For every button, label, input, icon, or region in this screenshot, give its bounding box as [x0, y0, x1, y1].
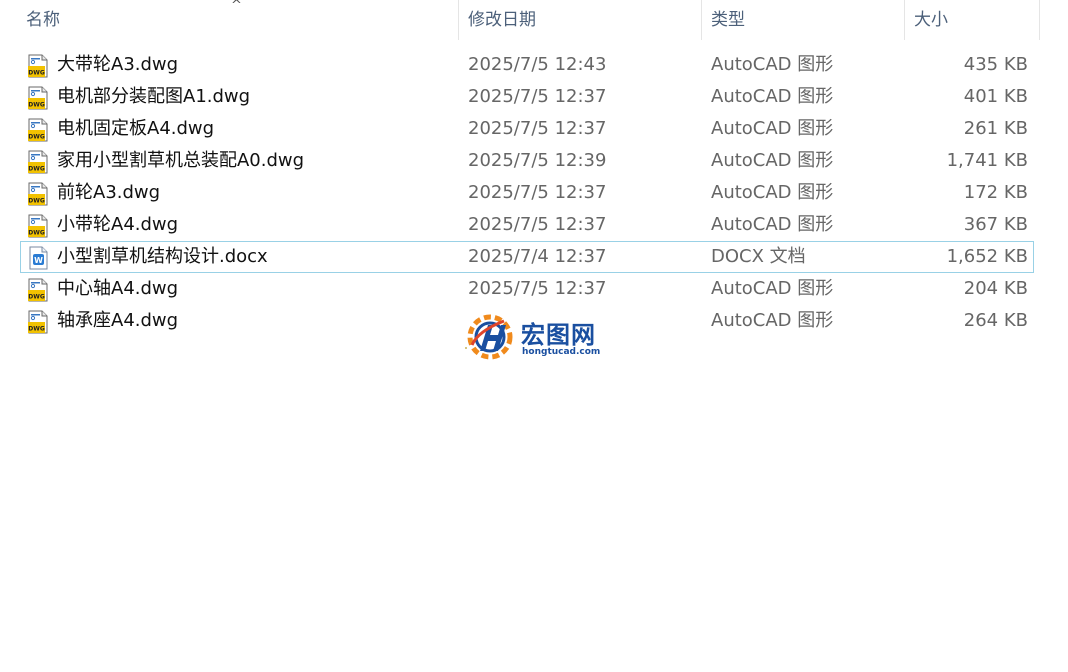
column-divider[interactable] — [904, 0, 905, 40]
dwg-file-icon: DWG — [28, 310, 48, 334]
dwg-file-icon: DWG — [28, 150, 48, 174]
file-size: 261 KB — [963, 118, 1028, 139]
svg-text:DWG: DWG — [28, 102, 45, 109]
column-header-name[interactable]: 名称 — [26, 0, 60, 40]
dwg-file-icon: DWG — [28, 118, 48, 142]
file-type: AutoCAD 图形 — [711, 182, 834, 203]
svg-text:DWG: DWG — [28, 294, 45, 301]
file-size: 204 KB — [963, 278, 1028, 299]
file-row[interactable]: DWG 家用小型割草机总装配A0.dwg 2025/7/5 12:39 AutoCA… — [20, 145, 1034, 177]
svg-text:DWG: DWG — [28, 198, 45, 205]
column-header-date[interactable]: 修改日期 — [468, 0, 536, 40]
svg-text:DWG: DWG — [28, 70, 45, 77]
svg-text:DWG: DWG — [28, 230, 45, 237]
file-size: 172 KB — [963, 182, 1028, 203]
column-divider[interactable] — [458, 0, 459, 40]
file-modified-date: 2025/7/5 12:37 — [468, 214, 607, 235]
file-type: AutoCAD 图形 — [711, 54, 834, 75]
svg-text:W: W — [34, 256, 43, 265]
gear-h-logo-icon — [465, 314, 513, 360]
file-name[interactable]: 电机部分装配图A1.dwg — [57, 82, 250, 112]
file-size: 435 KB — [963, 54, 1028, 75]
column-divider[interactable] — [1039, 0, 1040, 40]
column-header-bar: 名称 ^ 修改日期 类型 大小 — [0, 0, 1040, 40]
file-name[interactable]: 电机固定板A4.dwg — [57, 114, 214, 144]
svg-text:DWG: DWG — [28, 134, 45, 141]
file-type: AutoCAD 图形 — [711, 118, 834, 139]
file-name[interactable]: 大带轮A3.dwg — [57, 50, 178, 80]
dwg-file-icon: DWG — [28, 54, 48, 78]
file-modified-date: 2025/7/5 12:37 — [468, 278, 607, 299]
file-row[interactable]: DWG 中心轴A4.dwg 2025/7/5 12:37 AutoCAD 图形 204… — [20, 273, 1034, 305]
file-name[interactable]: 前轮A3.dwg — [57, 178, 160, 208]
watermark-title: 宏图网 — [521, 321, 596, 349]
file-name[interactable]: 小型割草机结构设计.docx — [57, 242, 268, 272]
file-row[interactable]: W 小型割草机结构设计.docx 2025/7/4 12:37 DOCX 文档 1,6… — [20, 241, 1034, 273]
file-row[interactable]: DWG 大带轮A3.dwg 2025/7/5 12:43 AutoCAD 图形 435… — [20, 49, 1034, 81]
column-header-size[interactable]: 大小 — [914, 0, 948, 40]
file-size: 401 KB — [963, 86, 1028, 107]
dwg-file-icon: DWG — [28, 182, 48, 206]
file-size: 1,652 KB — [946, 246, 1028, 267]
file-type: AutoCAD 图形 — [711, 310, 834, 331]
file-row[interactable]: DWG 小带轮A4.dwg 2025/7/5 12:37 AutoCAD 图形 367… — [20, 209, 1034, 241]
file-modified-date: 2025/7/5 12:37 — [468, 118, 607, 139]
file-modified-date: 2025/7/5 12:37 — [468, 86, 607, 107]
file-type: AutoCAD 图形 — [711, 86, 834, 107]
dwg-file-icon: DWG — [28, 86, 48, 110]
file-modified-date: 2025/7/5 12:39 — [468, 150, 607, 171]
file-type: DOCX 文档 — [711, 246, 806, 267]
watermark-logo: 宏图网 hongtucad.com — [458, 309, 608, 365]
file-row[interactable]: DWG 前轮A3.dwg 2025/7/5 12:37 AutoCAD 图形 172 … — [20, 177, 1034, 209]
dwg-file-icon: DWG — [28, 214, 48, 238]
column-header-type[interactable]: 类型 — [711, 0, 745, 40]
watermark-subtitle: hongtucad.com — [522, 347, 601, 357]
dwg-file-icon: DWG — [28, 278, 48, 302]
file-size: 264 KB — [963, 310, 1028, 331]
file-modified-date: 2025/7/4 12:37 — [468, 246, 607, 267]
column-divider[interactable] — [701, 0, 702, 40]
sort-ascending-icon: ^ — [231, 0, 242, 13]
file-modified-date: 2025/7/5 12:43 — [468, 54, 607, 75]
svg-text:DWG: DWG — [28, 326, 45, 333]
file-modified-date: 2025/7/5 12:37 — [468, 182, 607, 203]
word-file-icon: W — [29, 246, 48, 270]
file-name[interactable]: 小带轮A4.dwg — [57, 210, 178, 240]
file-size: 367 KB — [963, 214, 1028, 235]
file-name[interactable]: 轴承座A4.dwg — [57, 306, 178, 336]
file-list: DWG 大带轮A3.dwg 2025/7/5 12:43 AutoCAD 图形 435… — [20, 49, 1034, 337]
file-size: 1,741 KB — [946, 150, 1028, 171]
file-type: AutoCAD 图形 — [711, 150, 834, 171]
file-row[interactable]: DWG 电机部分装配图A1.dwg 2025/7/5 12:37 AutoCAD 图… — [20, 81, 1034, 113]
file-name[interactable]: 中心轴A4.dwg — [57, 274, 178, 304]
svg-text:DWG: DWG — [28, 166, 45, 173]
file-type: AutoCAD 图形 — [711, 278, 834, 299]
file-name[interactable]: 家用小型割草机总装配A0.dwg — [57, 146, 304, 176]
file-type: AutoCAD 图形 — [711, 214, 834, 235]
file-row[interactable]: DWG 电机固定板A4.dwg 2025/7/5 12:37 AutoCAD 图形 2… — [20, 113, 1034, 145]
